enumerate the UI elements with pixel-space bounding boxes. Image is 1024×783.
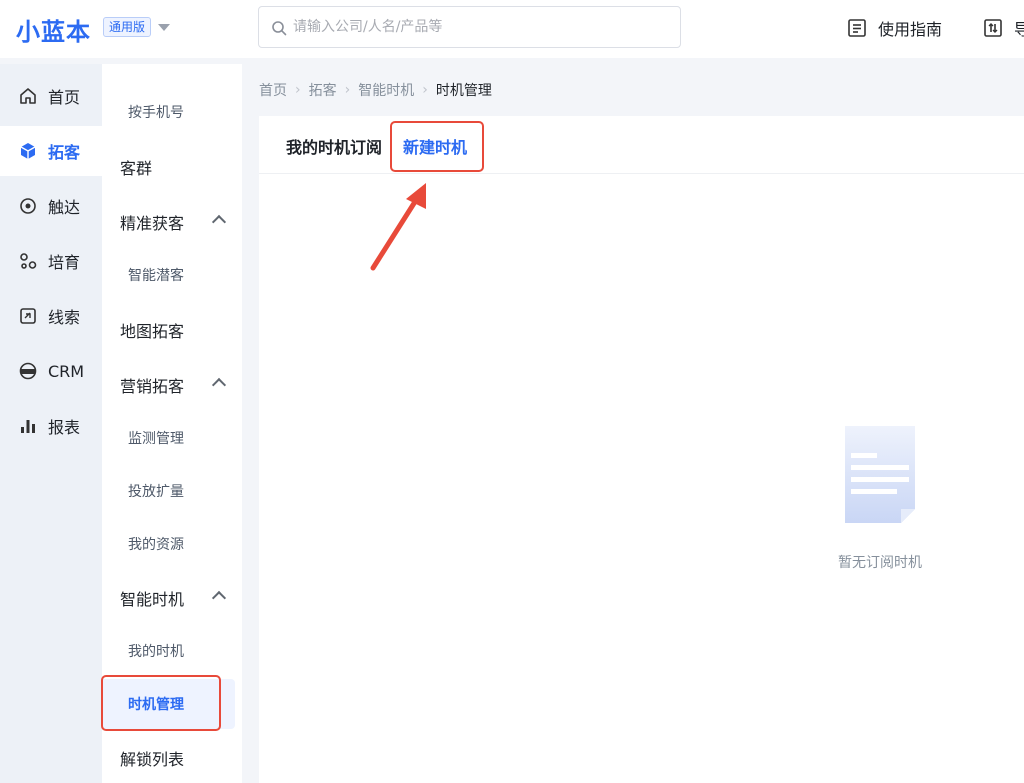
nav2-group-label: 营销拓客 <box>120 377 185 396</box>
chevron-up-icon <box>211 214 227 230</box>
breadcrumb-home[interactable]: 首页 <box>259 80 287 100</box>
nav2-item-customer-group[interactable]: 客群 <box>102 147 242 187</box>
primary-nav: 首页 拓客 触达 培育 线索 CRM 报表 <box>0 64 102 783</box>
guide-icon <box>848 19 866 37</box>
nav-item-label: 拓客 <box>48 143 81 162</box>
breadcrumb: 首页 › 拓客 › 智能时机 › 时机管理 <box>259 80 492 100</box>
nav2-item-monitor[interactable]: 监测管理 <box>102 418 242 458</box>
bar-chart-icon <box>21 420 35 433</box>
highlight-box-timing-manage <box>101 675 221 731</box>
cube-icon <box>20 143 36 159</box>
nav-item-leads[interactable]: 线索 <box>0 291 102 341</box>
export-button[interactable]: 导 <box>982 14 1024 42</box>
nurture-icon <box>20 253 37 269</box>
nav2-item-smart-potential[interactable]: 智能潜客 <box>102 255 242 295</box>
highlight-box-new-timing <box>390 121 484 172</box>
nav-item-label: 线索 <box>48 308 81 327</box>
nav2-item-phone[interactable]: 按手机号 <box>102 92 242 132</box>
search-icon <box>272 21 287 36</box>
nav2-group-smart-timing[interactable]: 智能时机 <box>102 578 242 618</box>
sort-icon <box>984 19 1002 37</box>
nav-item-reach[interactable]: 触达 <box>0 181 102 231</box>
nav-item-crm[interactable]: CRM <box>0 346 102 396</box>
nav-item-label: 报表 <box>48 418 81 437</box>
export-label: 导 <box>1014 20 1024 39</box>
chevron-right-icon: › <box>422 82 428 98</box>
guide-label: 使用指南 <box>878 20 943 39</box>
crm-icon <box>19 362 37 380</box>
nav2-group-marketing[interactable]: 营销拓客 <box>102 365 242 405</box>
nav2-item-ads[interactable]: 投放扩量 <box>102 471 242 511</box>
empty-document-icon <box>845 426 915 523</box>
chevron-right-icon: › <box>344 82 351 98</box>
chevron-down-icon[interactable] <box>158 24 170 31</box>
search-input[interactable] <box>293 16 663 38</box>
nav-item-home[interactable]: 首页 <box>0 71 102 121</box>
nav-item-prospecting[interactable]: 拓客 <box>0 126 102 176</box>
nav2-group-precise[interactable]: 精准获客 <box>102 202 242 242</box>
breadcrumb-current: 时机管理 <box>435 83 492 99</box>
home-icon <box>20 88 36 104</box>
breadcrumb-smart-timing[interactable]: 智能时机 <box>358 80 414 100</box>
nav2-item-cut-off[interactable] <box>102 64 242 92</box>
top-bar: 小蓝本 通用版 使用指南 导 <box>0 0 1024 58</box>
annotation-arrow-icon <box>370 183 426 271</box>
chevron-right-icon: › <box>295 82 301 98</box>
chevron-up-icon <box>211 590 227 606</box>
nav2-item-unlock-list[interactable]: 解锁列表 <box>102 738 242 778</box>
guide-button[interactable]: 使用指南 <box>846 14 942 42</box>
edition-badge[interactable]: 通用版 <box>103 17 152 37</box>
nav-item-label: 培育 <box>48 253 81 272</box>
nav-item-nurture[interactable]: 培育 <box>0 236 102 286</box>
empty-state-text: 暂无订阅时机 <box>838 555 922 571</box>
logo[interactable]: 小蓝本 <box>16 12 91 47</box>
nav2-group-label: 智能时机 <box>120 590 185 609</box>
nav-item-label: 触达 <box>48 198 81 217</box>
search-box[interactable] <box>258 6 681 48</box>
chevron-up-icon <box>211 377 227 393</box>
lead-icon <box>20 308 36 324</box>
nav-item-reports[interactable]: 报表 <box>0 401 102 451</box>
tab-my-subscriptions[interactable]: 我的时机订阅 <box>286 134 382 158</box>
nav2-group-label: 精准获客 <box>120 214 185 233</box>
nav-item-label: 首页 <box>48 88 81 107</box>
nav2-item-my-timing[interactable]: 我的时机 <box>102 631 242 671</box>
nav2-item-resources[interactable]: 我的资源 <box>102 524 242 564</box>
nav2-item-map[interactable]: 地图拓客 <box>102 310 242 350</box>
target-icon <box>20 198 36 214</box>
nav-item-label: CRM <box>48 361 85 381</box>
tab-bar: 我的时机订阅 新建时机 <box>259 116 1024 174</box>
breadcrumb-prospecting[interactable]: 拓客 <box>309 80 337 100</box>
